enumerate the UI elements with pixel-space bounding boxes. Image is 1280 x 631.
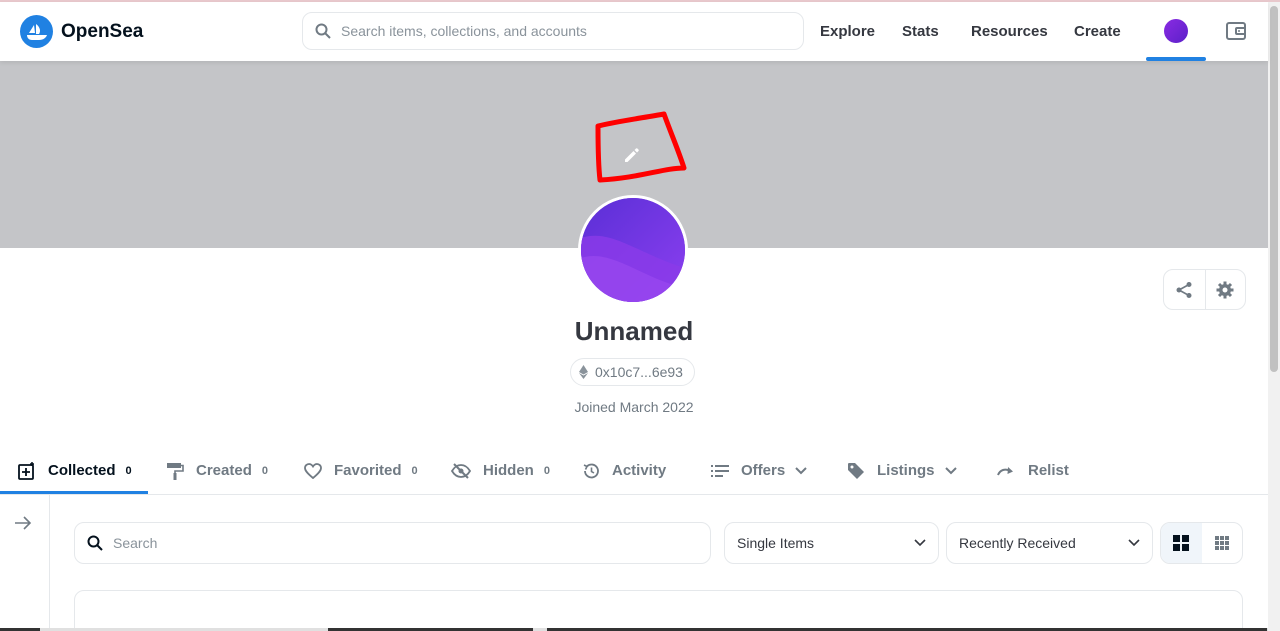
tag-icon: [848, 462, 864, 479]
list-icon: [711, 464, 729, 477]
tab-listings[interactable]: Listings: [847, 447, 957, 494]
profile-actions: [1163, 269, 1246, 310]
history-icon: [583, 463, 599, 478]
paint-roller-icon: [167, 462, 184, 480]
opensea-logo-icon: [20, 15, 53, 48]
nav-create[interactable]: Create: [1074, 23, 1121, 40]
tab-label: Hidden: [483, 462, 534, 479]
chevron-down-icon: [914, 539, 926, 547]
global-search-input[interactable]: Search items, collections, and accounts: [302, 12, 804, 50]
search-placeholder: Search: [113, 535, 158, 551]
nav-resources[interactable]: Resources: [971, 23, 1048, 40]
grid-view-toggle: [1160, 522, 1243, 564]
search-placeholder: Search items, collections, and accounts: [341, 23, 587, 39]
select-value: Single Items: [737, 535, 815, 551]
tab-label: Created: [196, 462, 252, 479]
scrollbar[interactable]: [1268, 2, 1280, 631]
large-grid-button[interactable]: [1161, 523, 1202, 563]
nav-stats[interactable]: Stats: [902, 23, 939, 40]
tab-count: 0: [411, 464, 418, 477]
heart-icon: [304, 462, 322, 479]
tab-created[interactable]: Created 0: [166, 447, 268, 494]
red-highlight-annotation: [595, 111, 687, 183]
site-header: OpenSea Search items, collections, and a…: [0, 2, 1268, 61]
profile-avatar[interactable]: [578, 195, 688, 305]
redo-icon: [997, 466, 1013, 475]
items-search-input[interactable]: Search: [74, 522, 711, 564]
expand-sidebar-button[interactable]: [14, 515, 32, 536]
tab-label: Favorited: [334, 462, 402, 479]
arrow-right-icon: [15, 516, 32, 530]
sort-select[interactable]: Recently Received: [946, 522, 1153, 564]
tab-count: 0: [261, 464, 268, 477]
tab-label: Activity: [612, 462, 667, 479]
scrollbar-thumb[interactable]: [1270, 6, 1278, 372]
profile-avatar-button[interactable]: [1164, 19, 1188, 43]
wallet-address-button[interactable]: 0x10c7...6e93: [570, 358, 695, 386]
large-grid-icon: [1173, 535, 1190, 551]
share-icon: [1176, 281, 1192, 298]
opensea-logo[interactable]: OpenSea: [20, 15, 143, 48]
chevron-down-icon: [795, 466, 807, 474]
active-nav-indicator: [1146, 57, 1206, 61]
ethereum-icon: [579, 365, 588, 379]
gear-icon: [1216, 281, 1234, 298]
tab-count: 0: [543, 464, 550, 477]
settings-button[interactable]: [1204, 270, 1246, 309]
tab-label: Relist: [1028, 462, 1069, 479]
search-icon: [315, 23, 331, 39]
logo-text: OpenSea: [61, 20, 144, 42]
items-panel: [74, 590, 1243, 631]
tab-offers[interactable]: Offers: [711, 447, 807, 494]
item-type-select[interactable]: Single Items: [724, 522, 939, 564]
tab-count: 0: [125, 464, 132, 477]
filter-sidebar: [0, 495, 50, 631]
chevron-down-icon: [1128, 539, 1140, 547]
small-grid-icon: [1214, 536, 1229, 550]
wallet-icon[interactable]: [1225, 20, 1247, 42]
eye-off-icon: [451, 462, 471, 479]
tab-collected[interactable]: Collected 0: [18, 447, 132, 494]
joined-date: Joined March 2022: [574, 399, 694, 415]
tab-relist[interactable]: Relist: [996, 447, 1069, 494]
profile-tabs: Collected 0 Created 0 Favorited 0 Hidden…: [0, 447, 1268, 495]
select-value: Recently Received: [959, 535, 1076, 551]
tab-favorited[interactable]: Favorited 0: [304, 447, 418, 494]
tab-activity[interactable]: Activity: [582, 447, 666, 494]
tab-label: Listings: [877, 462, 935, 479]
small-grid-button[interactable]: [1202, 523, 1243, 563]
chevron-down-icon: [944, 466, 957, 474]
profile-name: Unnamed: [574, 316, 694, 346]
tab-label: Collected: [48, 462, 116, 479]
nav-explore[interactable]: Explore: [820, 23, 875, 40]
tab-hidden[interactable]: Hidden 0: [451, 447, 550, 494]
wallet-address: 0x10c7...6e93: [595, 364, 683, 380]
active-tab-indicator: [0, 491, 148, 494]
share-button[interactable]: [1164, 270, 1205, 309]
collected-icon: [18, 461, 34, 480]
tab-label: Offers: [741, 462, 786, 479]
search-icon: [87, 535, 103, 551]
